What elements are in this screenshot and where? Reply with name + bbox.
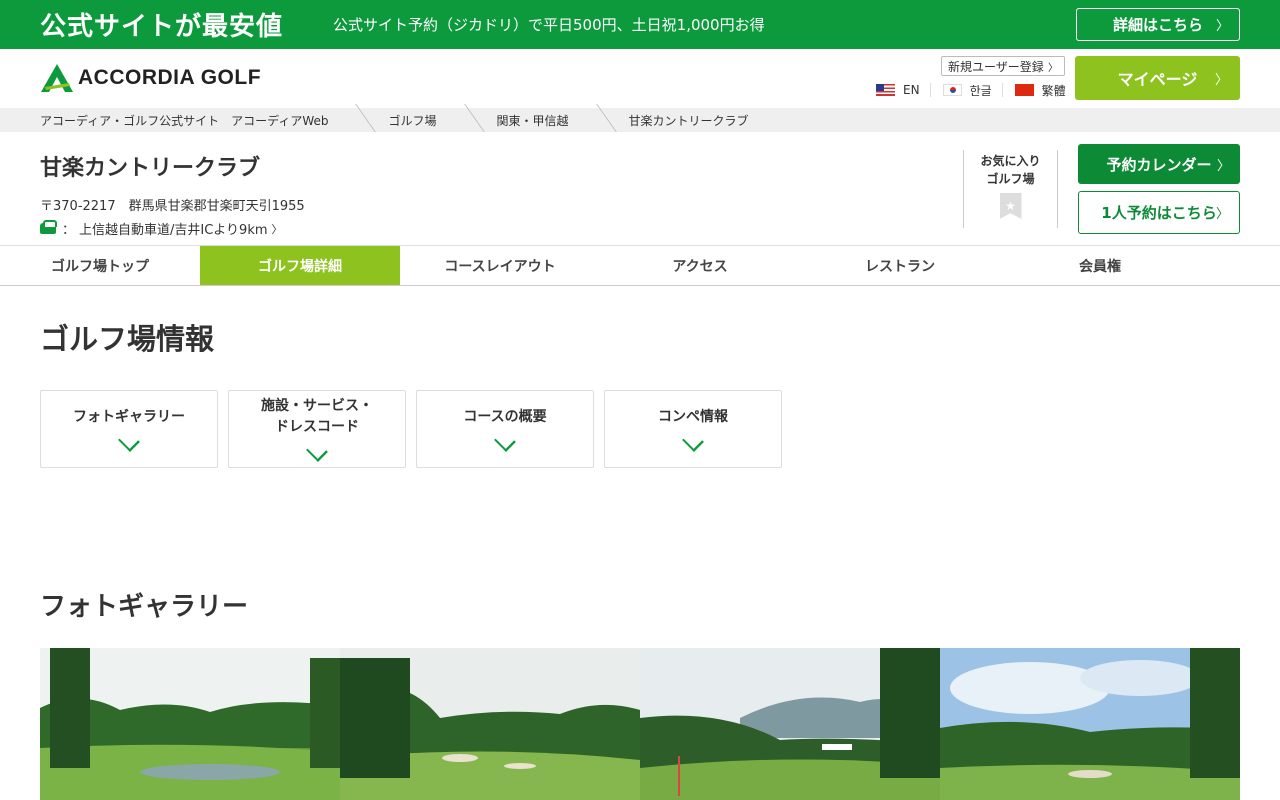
section-title-gallery: フォトギャラリー (40, 592, 249, 622)
lang-ko[interactable]: 한글 (942, 83, 1003, 98)
chevron-right-icon: 〉 (1048, 62, 1058, 74)
tab-golf-top[interactable]: ゴルフ場トップ (0, 246, 200, 285)
register-label: 新規ユーザー登録 (948, 59, 1044, 74)
lang-zh[interactable]: 繁體 (1014, 83, 1076, 98)
chevron-down-icon (682, 429, 704, 452)
breadcrumb-item[interactable]: アコーディア・ゴルフ公式サイト アコーディアWeb (40, 112, 388, 129)
breadcrumb: アコーディア・ゴルフ公式サイト アコーディアWeb ゴルフ場 関東・甲信越 甘楽… (0, 108, 1280, 132)
tab-membership[interactable]: 会員権 (1000, 246, 1200, 285)
chevron-right-icon: 〉 (1215, 19, 1229, 34)
lang-label: 한글 (969, 83, 992, 98)
section-title-info: ゴルフ場情報 (40, 322, 215, 356)
access-text: 上信越自動車道/吉井ICより9km (79, 223, 268, 238)
favorite-label-1: お気に入り (980, 154, 1041, 168)
promo-detail-label: 詳細はこちら (1112, 16, 1203, 34)
breadcrumb-current: 甘楽カントリークラブ (628, 113, 749, 128)
chevron-down-icon (118, 429, 140, 452)
card-label: フォトギャラリー (73, 408, 185, 425)
photo-gallery (40, 648, 1240, 800)
tab-course-layout[interactable]: コースレイアウト (400, 246, 600, 285)
gallery-photo[interactable] (640, 648, 940, 800)
promo-headline: 公式サイトが最安値 (40, 12, 284, 42)
chevron-right-icon: 〉 (1214, 72, 1228, 88)
promo-banner[interactable]: 公式サイトが最安値 公式サイト予約（ジカドリ）で平日500円、土日祝1,000円… (0, 0, 1280, 49)
card-label-2: ドレスコード (275, 419, 359, 435)
chevron-right-icon: 〉 (1216, 158, 1230, 174)
breadcrumb-item[interactable]: 関東・甲信越 (497, 112, 629, 129)
bookmark-star-icon: ★ (999, 193, 1022, 219)
favorite-label-2: ゴルフ場 (986, 172, 1035, 186)
lang-label: EN (903, 83, 920, 97)
cn-flag-icon (1014, 84, 1034, 96)
card-label: コンペ情報 (658, 408, 728, 425)
card-competition-info[interactable]: コンペ情報 (604, 390, 782, 468)
kr-flag-icon (942, 84, 962, 96)
gallery-photo[interactable] (340, 648, 640, 800)
chevron-down-icon (306, 440, 328, 462)
tab-access[interactable]: アクセス (600, 246, 800, 285)
chevron-down-icon (494, 429, 516, 452)
access-link[interactable]: ： 上信越自動車道/吉井ICより9km 〉 (40, 219, 283, 238)
language-switcher: EN 한글 繁體 (876, 83, 1076, 98)
gallery-photo[interactable] (40, 648, 340, 800)
course-address: 〒370-2217 群馬県甘楽郡甘楽町天引1955 (40, 199, 305, 214)
course-title: 甘楽カントリークラブ (40, 156, 261, 181)
car-icon (40, 220, 57, 234)
site-header: ACCORDIA GOLF 新規ユーザー登録 〉 EN 한글 繁體 マイページ … (0, 49, 1280, 108)
lang-en[interactable]: EN (876, 83, 931, 97)
course-tabs: ゴルフ場トップ ゴルフ場詳細 コースレイアウト アクセス レストラン 会員権 (0, 246, 1280, 286)
tab-restaurant[interactable]: レストラン (800, 246, 1000, 285)
access-colon: ： (62, 223, 76, 238)
accordia-logo-icon (41, 64, 73, 92)
mypage-label: マイページ (1117, 70, 1198, 89)
card-label: 施設・サービス・ (261, 398, 373, 414)
card-facilities[interactable]: 施設・サービス・ ドレスコード (228, 390, 406, 468)
chevron-right-icon: 〉 (271, 222, 283, 236)
breadcrumb-item[interactable]: ゴルフ場 (388, 112, 496, 129)
us-flag-icon (876, 84, 895, 96)
solo-reservation-button[interactable]: 1人予約はこちら 〉 (1078, 191, 1240, 234)
info-cards: フォトギャラリー 施設・サービス・ ドレスコード コースの概要 コンペ情報 (40, 390, 792, 468)
accordia-logo[interactable]: ACCORDIA GOLF (40, 63, 261, 93)
solo-label: 1人予約はこちら (1101, 204, 1217, 222)
card-course-overview[interactable]: コースの概要 (416, 390, 594, 468)
chevron-right-icon: 〉 (1215, 207, 1229, 222)
lang-label: 繁體 (1041, 83, 1066, 98)
card-label: コースの概要 (463, 408, 547, 425)
tab-golf-details[interactable]: ゴルフ場詳細 (200, 246, 400, 285)
card-photo-gallery[interactable]: フォトギャラリー (40, 390, 218, 468)
reservation-calendar-button[interactable]: 予約カレンダー 〉 (1078, 144, 1240, 184)
register-link[interactable]: 新規ユーザー登録 〉 (941, 56, 1065, 76)
favorite-button[interactable]: お気に入り ゴルフ場 ★ (963, 150, 1058, 228)
gallery-photo[interactable] (940, 648, 1240, 800)
logo-wordmark: ACCORDIA GOLF (78, 66, 262, 89)
course-header: 甘楽カントリークラブ 〒370-2217 群馬県甘楽郡甘楽町天引1955 ： 上… (0, 132, 1280, 246)
promo-subtext: 公式サイト予約（ジカドリ）で平日500円、土日祝1,000円お得 (333, 16, 765, 34)
calendar-label: 予約カレンダー (1106, 155, 1212, 174)
promo-detail-button[interactable]: 詳細はこちら 〉 (1076, 8, 1240, 41)
mypage-button[interactable]: マイページ 〉 (1075, 56, 1240, 100)
